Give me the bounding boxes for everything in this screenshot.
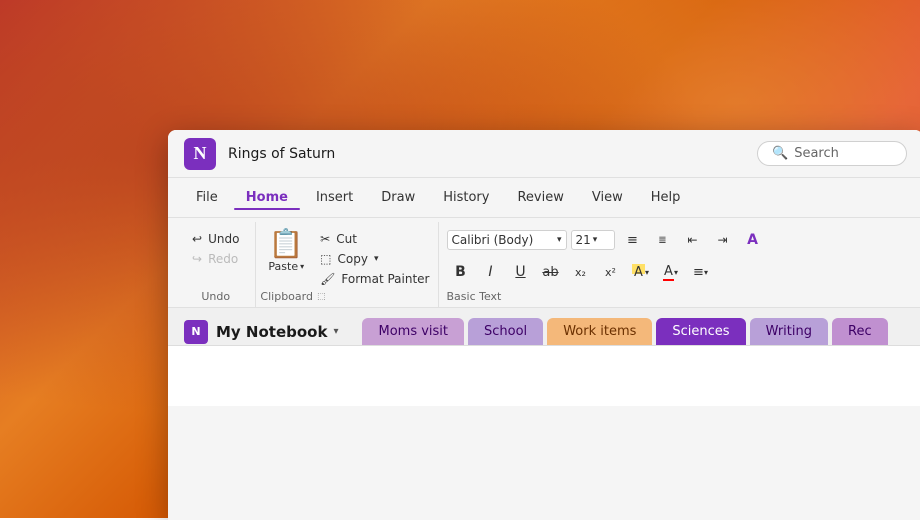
numbered-list-button[interactable]: ≣ <box>649 226 677 254</box>
indent-decrease-button[interactable]: ⇤ <box>679 226 707 254</box>
menu-item-draw[interactable]: Draw <box>369 186 427 209</box>
section-tabs: Moms visit School Work items Sciences Wr… <box>362 318 887 345</box>
copy-label: Copy <box>337 252 367 266</box>
section-tab-writing[interactable]: Writing <box>750 318 828 345</box>
format-painter-label: Format Painter <box>341 272 429 286</box>
strikethrough-button[interactable]: ab <box>537 258 565 286</box>
undo-group-label: Undo <box>201 290 230 303</box>
font-color-icon: A <box>663 264 674 281</box>
font-color-dropdown: ▾ <box>674 268 678 277</box>
indent-increase-button[interactable]: ⇥ <box>709 226 737 254</box>
app-window: N Rings of Saturn 🔍 Search File Home Ins… <box>168 130 920 520</box>
basic-text-group-label: Basic Text <box>447 290 502 303</box>
menu-item-review[interactable]: Review <box>505 186 575 209</box>
clipboard-expand-icon[interactable]: ⬚ <box>317 292 326 302</box>
title-bar: N Rings of Saturn 🔍 Search <box>168 130 920 178</box>
menu-item-insert[interactable]: Insert <box>304 186 365 209</box>
search-icon: 🔍 <box>772 146 788 161</box>
undo-button[interactable]: ↩ Undo <box>188 230 243 248</box>
copy-icon: ⬚ <box>320 252 331 266</box>
bullet-list-button[interactable]: ≡ <box>619 226 647 254</box>
menu-item-home[interactable]: Home <box>234 186 300 209</box>
menu-item-file[interactable]: File <box>184 186 230 209</box>
font-size-select[interactable]: 21 ▾ <box>571 230 615 250</box>
redo-icon: ↪ <box>192 252 202 266</box>
notebook-chevron-icon: ▾ <box>333 326 338 337</box>
onenote-app-icon: N <box>184 138 216 170</box>
notebook-icon: N <box>184 320 208 344</box>
cut-button[interactable]: ✂ Cut <box>316 230 433 248</box>
section-tab-work-items[interactable]: Work items <box>547 318 652 345</box>
align-button[interactable]: ≡▾ <box>687 258 715 286</box>
format-painter-icon: 🖌 <box>320 272 335 286</box>
search-box[interactable]: 🔍 Search <box>757 141 907 166</box>
cut-label: Cut <box>336 232 357 246</box>
clipboard-group-label: Clipboard <box>260 290 313 303</box>
notebook-name-text: My Notebook <box>216 323 327 341</box>
bold-button[interactable]: B <box>447 258 475 286</box>
paste-dropdown-icon: ▾ <box>300 262 304 271</box>
font-name-dropdown-icon: ▾ <box>557 235 562 245</box>
cut-icon: ✂ <box>320 232 330 246</box>
undo-label: Undo <box>208 232 239 246</box>
format-painter-button[interactable]: 🖌 Format Painter <box>316 270 433 288</box>
page-content-area[interactable] <box>168 346 920 406</box>
font-size-value: 21 <box>576 233 591 247</box>
clipboard-actions: ✂ Cut ⬚ Copy ▾ 🖌 Format Painter <box>316 226 433 290</box>
font-name-select[interactable]: Calibri (Body) ▾ <box>447 230 567 250</box>
copy-dropdown-icon: ▾ <box>374 254 379 264</box>
section-tab-sciences[interactable]: Sciences <box>656 318 745 345</box>
notebook-name-button[interactable]: My Notebook ▾ <box>216 323 338 341</box>
paste-icon: 📋 <box>269 230 304 258</box>
menu-bar: File Home Insert Draw History Review Vie… <box>168 178 920 218</box>
underline-button[interactable]: U <box>507 258 535 286</box>
font-size-dropdown-icon: ▾ <box>593 235 598 245</box>
menu-item-help[interactable]: Help <box>639 186 693 209</box>
undo-group: ↩ Undo ↪ Redo Undo <box>176 222 256 307</box>
redo-label: Redo <box>208 252 238 266</box>
highlight-icon: A <box>632 264 645 281</box>
font-color-button[interactable]: A ▾ <box>657 258 685 286</box>
search-label: Search <box>794 146 839 161</box>
paste-label: Paste <box>268 260 298 273</box>
section-tab-moms-visit[interactable]: Moms visit <box>362 318 464 345</box>
highlight-dropdown: ▾ <box>645 268 649 277</box>
clipboard-group: 📋 Paste ▾ ✂ Cut ⬚ Copy ▾ <box>256 222 438 307</box>
section-tab-rec[interactable]: Rec <box>832 318 888 345</box>
menu-item-view[interactable]: View <box>580 186 635 209</box>
menu-item-history[interactable]: History <box>431 186 501 209</box>
notebook-bar: N My Notebook ▾ Moms visit School Work i… <box>168 308 920 346</box>
ribbon: ↩ Undo ↪ Redo Undo 📋 Paste ▾ <box>168 218 920 308</box>
window-title: Rings of Saturn <box>228 146 335 162</box>
section-tab-school[interactable]: School <box>468 318 543 345</box>
copy-button[interactable]: ⬚ Copy ▾ <box>316 250 433 268</box>
redo-button[interactable]: ↪ Redo <box>188 250 243 268</box>
app-icon-letter: N <box>194 143 207 164</box>
basic-text-group: Calibri (Body) ▾ 21 ▾ ≡ ≣ ⇤ ⇥ A B <box>439 222 916 307</box>
highlight-button[interactable]: A ▾ <box>627 258 655 286</box>
notebook-icon-letter: N <box>191 325 200 338</box>
paste-button[interactable]: 📋 Paste ▾ <box>260 226 312 290</box>
superscript-button[interactable]: x² <box>597 258 625 286</box>
font-name-value: Calibri (Body) <box>452 233 534 247</box>
undo-icon: ↩ <box>192 232 202 246</box>
subscript-button[interactable]: x₂ <box>567 258 595 286</box>
text-style-button[interactable]: A <box>739 226 767 254</box>
italic-button[interactable]: I <box>477 258 505 286</box>
